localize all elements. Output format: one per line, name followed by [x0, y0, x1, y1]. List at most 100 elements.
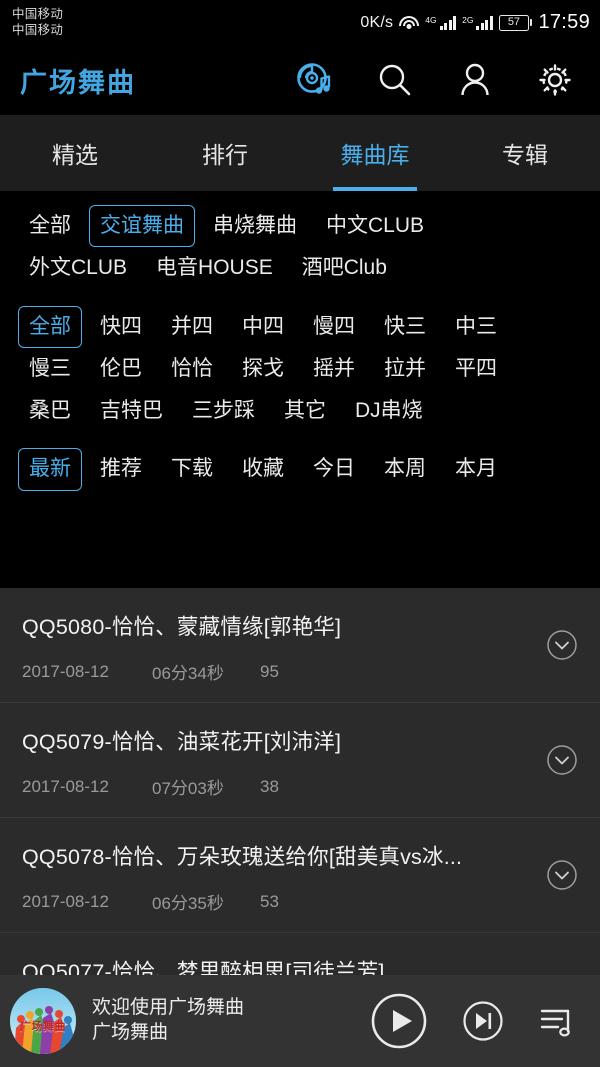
- filter-chip-style-5[interactable]: 快三: [373, 306, 437, 348]
- filter-chip-style-15[interactable]: 吉特巴: [89, 390, 174, 432]
- filter-chip-sort-0[interactable]: 最新: [18, 448, 82, 491]
- filter-group-sort: 最新 推荐 下载 收藏 今日 本周 本月: [0, 448, 600, 491]
- header-actions: [294, 59, 584, 101]
- filter-chip-sort-1[interactable]: 推荐: [89, 448, 153, 490]
- play-icon[interactable]: [370, 992, 428, 1050]
- filter-row: 全部 交谊舞曲 串烧舞曲 中文CLUB: [18, 205, 582, 248]
- song-date: 2017-08-12: [22, 891, 109, 911]
- battery-icon: 57: [498, 14, 533, 31]
- chevron-down-icon[interactable]: [546, 859, 578, 891]
- status-bar: 中国移动 中国移动 0K/s 4G 2G 57 17:59: [0, 0, 600, 45]
- table-row[interactable]: QQ5078-恰恰、万朵玫瑰送给你[甜美真vs冰... 2017-08-12 0…: [0, 818, 600, 933]
- carrier-line-2: 中国移动: [12, 22, 64, 37]
- table-row[interactable]: QQ5077-恰恰、梦里醉相思[司徒兰芳] 2017-08-12 05分12秒 …: [0, 933, 600, 975]
- filter-chip-category-5[interactable]: 电音HOUSE: [145, 247, 284, 289]
- network-speed: 0K/s: [360, 13, 394, 31]
- filter-chip-style-11[interactable]: 摇并: [302, 348, 366, 390]
- song-play-count: 38: [260, 776, 279, 796]
- filter-chip-category-6[interactable]: 酒吧Club: [291, 247, 398, 289]
- page-title: 广场舞曲: [20, 67, 136, 98]
- filter-chip-sort-6[interactable]: 本月: [444, 448, 508, 490]
- filter-chip-style-6[interactable]: 中三: [444, 306, 508, 348]
- player-controls: [370, 992, 582, 1050]
- filter-chip-style-2[interactable]: 并四: [160, 306, 224, 348]
- next-track-icon[interactable]: [462, 1000, 504, 1042]
- song-duration: 06分34秒: [152, 664, 224, 683]
- disc-music-icon[interactable]: [294, 59, 336, 101]
- song-title: QQ5079-恰恰、油菜花开[刘沛洋]: [22, 730, 342, 754]
- filter-row: 慢三 伦巴 恰恰 探戈 摇并 拉并 平四: [18, 348, 582, 390]
- now-playing-info[interactable]: 欢迎使用广场舞曲 广场舞曲: [92, 996, 244, 1045]
- battery-level: 57: [507, 16, 521, 28]
- filter-chip-category-0[interactable]: 全部: [18, 205, 82, 247]
- search-icon[interactable]: [374, 59, 416, 101]
- table-row[interactable]: QQ5080-恰恰、蒙藏情缘[郭艳华] 2017-08-12 06分34秒 95: [0, 588, 600, 703]
- filter-chip-style-1[interactable]: 快四: [89, 306, 153, 348]
- carrier-labels: 中国移动 中国移动: [12, 7, 63, 38]
- filter-group-style: 全部 快四 并四 中四 慢四 快三 中三 慢三 伦巴 恰恰 探戈 摇并 拉并 平…: [0, 305, 600, 433]
- status-indicators: 0K/s 4G 2G 57 17:59: [360, 11, 590, 34]
- album-art[interactable]: 广场舞曲: [10, 988, 76, 1054]
- song-duration: 07分03秒: [152, 779, 224, 798]
- filter-chip-sort-2[interactable]: 下载: [160, 448, 224, 490]
- filter-chip-style-7[interactable]: 慢三: [18, 348, 82, 390]
- filter-row: 最新 推荐 下载 收藏 今日 本周 本月: [18, 448, 582, 491]
- song-title: QQ5078-恰恰、万朵玫瑰送给你[甜美真vs冰...: [22, 845, 463, 869]
- filter-row: 全部 快四 并四 中四 慢四 快三 中三: [18, 305, 582, 348]
- main-tabs: 精选 排行 舞曲库 专辑: [0, 115, 600, 191]
- filter-chip-style-18[interactable]: DJ串烧: [344, 390, 434, 432]
- filter-chip-style-8[interactable]: 伦巴: [89, 348, 153, 390]
- chevron-down-icon[interactable]: [546, 744, 578, 776]
- song-meta: 2017-08-12 06分34秒 95: [22, 659, 530, 684]
- song-duration: 06分35秒: [152, 894, 224, 913]
- tab-jingxuan[interactable]: 精选: [0, 115, 150, 191]
- app-header: 广场舞曲: [0, 45, 600, 115]
- filter-chip-sort-5[interactable]: 本周: [373, 448, 437, 490]
- chevron-down-icon[interactable]: [546, 629, 578, 661]
- song-meta: 2017-08-12 07分03秒 38: [22, 774, 530, 799]
- track-title: 欢迎使用广场舞曲: [92, 997, 245, 1019]
- song-play-count: 53: [260, 891, 279, 911]
- playlist-icon[interactable]: [538, 1001, 578, 1041]
- signal-2g-label: 2G: [462, 14, 474, 25]
- signal-2g-icon: 2G: [462, 14, 493, 30]
- album-art-label: 广场舞曲: [20, 1021, 66, 1034]
- filter-chip-style-13[interactable]: 平四: [444, 348, 508, 390]
- filter-chip-style-4[interactable]: 慢四: [302, 306, 366, 348]
- table-row[interactable]: QQ5079-恰恰、油菜花开[刘沛洋] 2017-08-12 07分03秒 38: [0, 703, 600, 818]
- filter-chip-category-3[interactable]: 中文CLUB: [315, 205, 435, 247]
- filter-chip-style-14[interactable]: 桑巴: [18, 390, 82, 432]
- filter-chip-style-10[interactable]: 探戈: [231, 348, 295, 390]
- song-date: 2017-08-12: [22, 776, 109, 796]
- signal-4g-icon: 4G: [425, 14, 457, 30]
- filter-chip-style-12[interactable]: 拉并: [373, 348, 437, 390]
- filter-group-category: 全部 交谊舞曲 串烧舞曲 中文CLUB 外文CLUB 电音HOUSE 酒吧Clu…: [0, 205, 600, 290]
- track-artist: 广场舞曲: [92, 1022, 169, 1043]
- song-meta: 2017-08-12 06分35秒 53: [22, 889, 530, 914]
- settings-gear-icon[interactable]: [534, 59, 576, 101]
- filter-chip-category-1[interactable]: 交谊舞曲: [89, 205, 195, 248]
- filter-chip-style-16[interactable]: 三步踩: [181, 390, 266, 432]
- filter-chip-sort-4[interactable]: 今日: [302, 448, 366, 490]
- filter-chip-category-4[interactable]: 外文CLUB: [18, 247, 138, 289]
- song-play-count: 95: [260, 661, 279, 681]
- tab-paihang[interactable]: 排行: [150, 115, 300, 191]
- song-date: 2017-08-12: [22, 661, 109, 681]
- tab-zhuanji[interactable]: 专辑: [450, 115, 600, 191]
- clock: 17:59: [538, 11, 590, 33]
- user-icon[interactable]: [454, 59, 496, 101]
- filter-chip-style-9[interactable]: 恰恰: [160, 348, 224, 390]
- filter-chip-style-0[interactable]: 全部: [18, 305, 82, 348]
- filter-chip-style-17[interactable]: 其它: [273, 390, 337, 432]
- filter-chip-style-3[interactable]: 中四: [231, 306, 295, 348]
- song-title: QQ5080-恰恰、蒙藏情缘[郭艳华]: [22, 615, 342, 639]
- song-list[interactable]: QQ5080-恰恰、蒙藏情缘[郭艳华] 2017-08-12 06分34秒 95…: [0, 588, 600, 975]
- song-title: QQ5077-恰恰、梦里醉相思[司徒兰芳]: [22, 960, 385, 975]
- filter-chip-sort-3[interactable]: 收藏: [231, 448, 295, 490]
- signal-4g-label: 4G: [425, 14, 437, 25]
- filter-row: 外文CLUB 电音HOUSE 酒吧Club: [18, 247, 582, 289]
- tab-wuquku[interactable]: 舞曲库: [300, 115, 450, 191]
- filter-chip-category-2[interactable]: 串烧舞曲: [202, 205, 308, 247]
- wifi-icon: [399, 15, 420, 31]
- filter-panel: 全部 交谊舞曲 串烧舞曲 中文CLUB 外文CLUB 电音HOUSE 酒吧Clu…: [0, 191, 600, 499]
